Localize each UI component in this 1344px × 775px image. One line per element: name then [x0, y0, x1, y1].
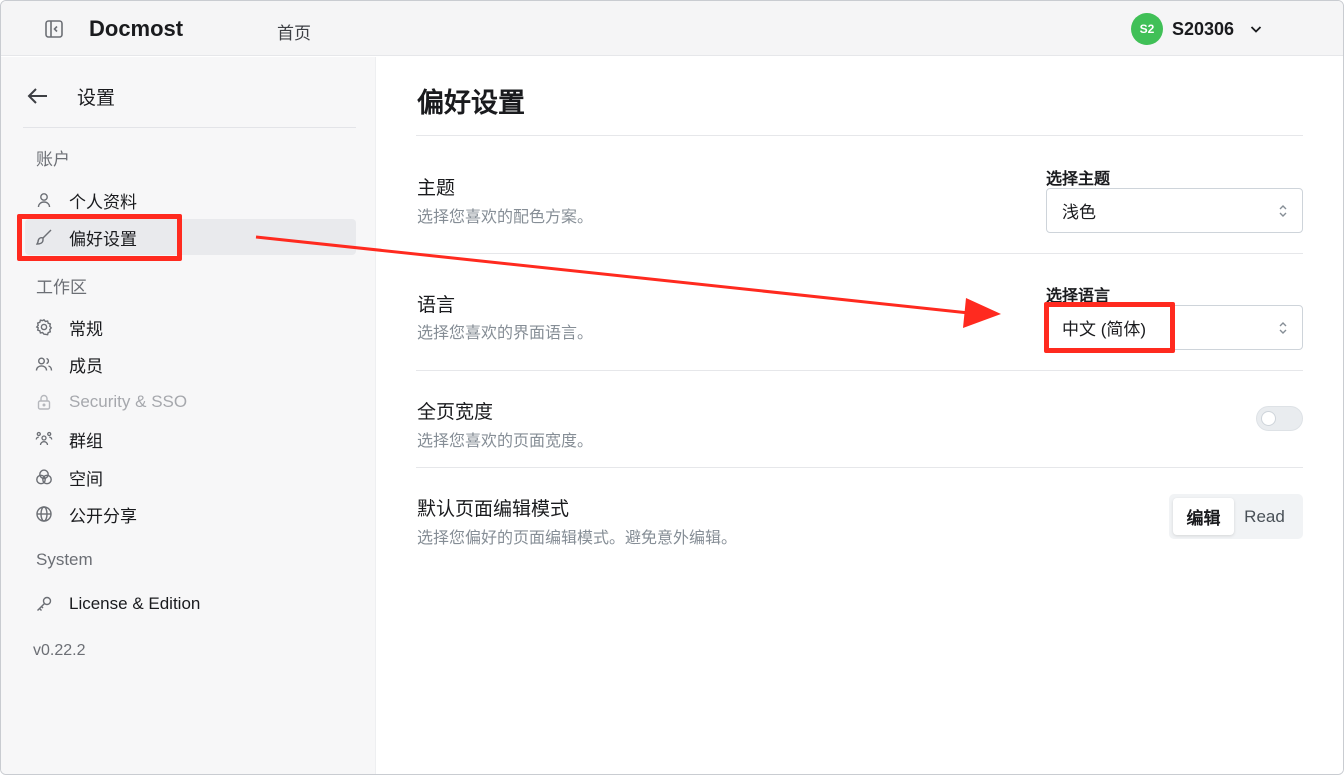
- full-width-description: 选择您喜欢的页面宽度。: [417, 433, 594, 450]
- group-label-system: System: [36, 550, 93, 569]
- user-menu[interactable]: S2 S20306: [1131, 13, 1264, 45]
- users-icon: [34, 354, 54, 374]
- sidebar-item-preferences[interactable]: 偏好设置: [25, 219, 356, 255]
- edit-mode-option-edit[interactable]: 编辑: [1173, 498, 1234, 535]
- sidebar-item-label: Security & SSO: [69, 392, 188, 411]
- arrow-left-icon[interactable]: [25, 83, 51, 109]
- key-icon: [34, 594, 54, 614]
- app-window: Docmost 首页 S2 S20306 设置 账户 个人资料 偏好设置 工作区…: [0, 0, 1344, 775]
- theme-select[interactable]: 浅色: [1046, 188, 1303, 233]
- selector-icon: [1279, 322, 1287, 334]
- group-label-account: 账户: [36, 150, 70, 169]
- sidebar-item-label: 公开分享: [69, 506, 137, 526]
- language-title: 语言: [417, 295, 456, 316]
- group-icon: [34, 429, 54, 449]
- preferences-content: 偏好设置 主题 选择您喜欢的配色方案。 选择主题 浅色 语言 选择您喜欢的界面语…: [377, 57, 1343, 774]
- user-name: S20306: [1172, 18, 1235, 39]
- lock-icon: [34, 392, 54, 412]
- theme-field-label: 选择主题: [1046, 171, 1111, 188]
- theme-select-value: 浅色: [1062, 203, 1096, 222]
- section-divider: [416, 467, 1303, 468]
- language-field-label: 选择语言: [1046, 288, 1111, 305]
- section-divider: [416, 370, 1303, 371]
- avatar: S2: [1131, 13, 1163, 45]
- sidebar-item-public-share[interactable]: 公开分享: [25, 496, 356, 532]
- home-link[interactable]: 首页: [277, 19, 311, 44]
- sidebar-item-members[interactable]: 成员: [25, 346, 356, 382]
- brand-name[interactable]: Docmost: [89, 16, 183, 42]
- sidebar-toggle-icon[interactable]: [43, 18, 65, 40]
- chevron-down-icon: [1248, 21, 1264, 37]
- full-width-toggle[interactable]: [1256, 406, 1303, 431]
- edit-mode-option-read[interactable]: Read: [1234, 498, 1295, 535]
- full-width-title: 全页宽度: [417, 402, 494, 423]
- language-select-value: 中文 (简体): [1062, 320, 1147, 339]
- globe-icon: [34, 504, 54, 524]
- theme-title: 主题: [417, 178, 456, 199]
- sidebar-item-general[interactable]: 常规: [25, 309, 356, 345]
- page-title: 偏好设置: [417, 88, 525, 118]
- sidebar-item-label: License & Edition: [69, 594, 201, 613]
- language-description: 选择您喜欢的界面语言。: [417, 325, 594, 342]
- sidebar-item-security-sso[interactable]: Security & SSO: [25, 384, 356, 420]
- settings-icon: [34, 317, 54, 337]
- edit-mode-description: 选择您偏好的页面编辑模式。避免意外编辑。: [417, 530, 738, 547]
- user-icon: [34, 190, 54, 210]
- sidebar-item-license-edition[interactable]: License & Edition: [25, 586, 356, 622]
- toggle-knob: [1261, 411, 1276, 426]
- sidebar-item-label: 群组: [69, 431, 103, 451]
- back-row: 设置: [25, 83, 115, 109]
- language-select[interactable]: 中文 (简体): [1046, 305, 1303, 350]
- sidebar-item-profile[interactable]: 个人资料: [25, 182, 356, 218]
- sidebar-item-label: 个人资料: [69, 192, 137, 212]
- sidebar-divider: [23, 127, 356, 128]
- sidebar-item-spaces[interactable]: 空间: [25, 459, 356, 495]
- sidebar-item-label: 偏好设置: [69, 229, 137, 249]
- settings-sidebar: 设置 账户 个人资料 偏好设置 工作区 常规 成员 Security & SSO…: [1, 57, 376, 774]
- sidebar-item-label: 常规: [69, 319, 103, 339]
- selector-icon: [1279, 205, 1287, 217]
- brush-icon: [34, 227, 54, 247]
- spaces-icon: [34, 467, 54, 487]
- title-divider: [416, 135, 1303, 136]
- sidebar-item-groups[interactable]: 群组: [25, 421, 356, 457]
- edit-mode-segmented-control: 编辑 Read: [1169, 494, 1303, 539]
- section-divider: [416, 253, 1303, 254]
- group-label-workspace: 工作区: [36, 278, 87, 297]
- sidebar-item-label: 成员: [69, 356, 103, 376]
- edit-mode-title: 默认页面编辑模式: [417, 499, 570, 520]
- top-header: Docmost 首页 S2 S20306: [1, 1, 1343, 56]
- settings-title: 设置: [77, 87, 116, 109]
- sidebar-item-label: 空间: [69, 469, 103, 489]
- theme-description: 选择您喜欢的配色方案。: [417, 209, 594, 226]
- app-version: v0.22.2: [33, 642, 86, 659]
